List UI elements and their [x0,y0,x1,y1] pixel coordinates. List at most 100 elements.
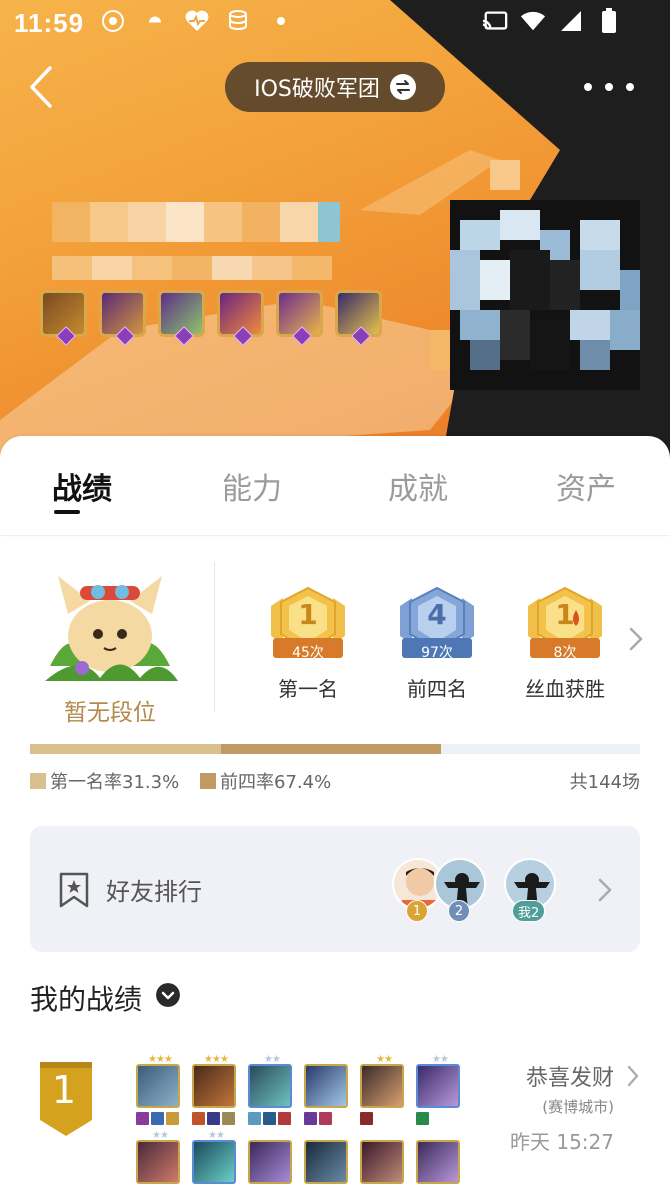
medal-label: 前四名 [407,677,467,701]
divider [214,562,215,712]
champion-portrait[interactable] [416,1140,460,1184]
status-time: 11:59 [14,8,85,38]
friend-rank-badge: 1 [406,900,428,922]
achievement-badge[interactable] [158,290,205,346]
first-rate-legend: 第一名率31.3% [30,768,179,794]
legend-swatch [200,773,216,789]
item-icon [416,1112,429,1125]
my-rank-badge: 我2 [512,900,546,922]
app-notification-icon [100,8,126,34]
medal-symbol: 4 [427,598,447,631]
medal-symbol: 1 [298,598,318,631]
medal-label: 丝血获胜 [525,677,605,701]
item-icon [151,1112,164,1125]
achievement-badge[interactable] [335,290,382,346]
rank-label: 暂无段位 [64,700,156,726]
top4-rate-legend: 前四率67.4% [200,768,331,794]
more-dot-icon [626,83,634,91]
placement-number: 1 [51,1068,77,1112]
active-tab-indicator [54,510,80,514]
champion-portrait[interactable]: ★★★ [192,1054,236,1108]
more-dot-icon [584,83,592,91]
map-name: (赛博城市) [542,1098,614,1116]
item-icon [278,1112,291,1125]
player-avatar[interactable] [430,160,660,420]
friends-ranking-label: 好友排行 [106,878,202,906]
medal-count: 45次 [292,645,324,661]
item-icon [248,1112,261,1125]
placement-rate-bar [30,744,640,754]
more-dot-icon [605,83,613,91]
signal-icon [558,8,584,34]
battery-icon [596,8,622,34]
account-switcher[interactable]: IOS破败军团 [225,62,445,112]
tab-achievement[interactable]: 成就 [388,464,448,508]
champion-portrait[interactable]: ★★★ [136,1054,180,1108]
top-four-medal[interactable]: 4 97次 [392,586,482,664]
achievement-badge[interactable] [276,290,323,346]
obscured-player-info [52,256,342,280]
first-rate-fill [30,744,221,754]
tab-assets[interactable]: 资产 [556,464,616,508]
cast-icon [482,8,508,34]
weather-icon [142,8,168,34]
first-rate-text: 第一名率31.3% [50,772,180,793]
back-button[interactable] [24,64,64,110]
tab-ability[interactable]: 能力 [222,464,282,508]
medals-more-chevron-icon[interactable] [626,624,646,654]
notification-dot-icon [268,8,294,34]
champion-portrait[interactable]: ★★ [192,1130,236,1184]
storage-icon [226,8,252,34]
item-icon [360,1112,373,1125]
page-title: IOS破败军团 [254,77,380,102]
low-hp-win-medal[interactable]: 1 8次 [520,586,610,664]
item-icon [166,1112,179,1125]
champion-portrait[interactable]: ★★ [248,1054,292,1108]
rank-mascot-icon [45,576,178,681]
champion-portrait[interactable]: ★★ [360,1054,404,1108]
health-icon [184,8,210,34]
achievement-badges [40,290,382,346]
obscured-player-name [52,202,352,242]
champion-portrait[interactable] [304,1140,348,1184]
comp-name[interactable]: 恭喜发财 [526,1060,614,1092]
medal-label: 第一名 [278,677,338,701]
swap-icon [389,74,416,100]
first-place-medal[interactable]: 1 45次 [263,586,353,664]
total-games: 共144场 [569,772,640,793]
medal-count: 8次 [553,645,577,661]
chevron-right-icon[interactable] [626,1064,640,1088]
item-icon [304,1112,317,1125]
champion-portrait[interactable] [360,1140,404,1184]
tab-record[interactable]: 战绩 [52,464,112,508]
status-bar: 11:59 [0,0,670,46]
top4-rate-fill [220,744,442,754]
bookmark-star-icon [59,872,89,908]
item-icon [136,1112,149,1125]
match-time: 昨天 15:27 [510,1130,614,1154]
top4-rate-text: 前四率67.4% [220,772,332,793]
more-options-button[interactable] [584,72,634,102]
champion-portrait[interactable]: ★★ [416,1054,460,1108]
item-icon [263,1112,276,1125]
champion-portrait[interactable] [248,1140,292,1184]
friends-ranking-card[interactable]: 好友排行 1 2 我2 [30,826,640,952]
friend-rank-badge: 2 [448,900,470,922]
achievement-badge[interactable] [40,290,87,346]
champion-portrait[interactable]: ★★ [136,1130,180,1184]
item-icon [222,1112,235,1125]
chevron-right-icon [598,878,612,902]
wifi-icon [520,8,546,34]
divider [0,535,670,536]
achievement-badge[interactable] [99,290,146,346]
legend-swatch [30,773,46,789]
medal-count: 97次 [421,645,453,661]
item-icon [192,1112,205,1125]
champion-portrait[interactable] [304,1064,348,1108]
medal-symbol: 1 [555,598,575,631]
item-icon [319,1112,332,1125]
achievement-badge[interactable] [217,290,264,346]
my-record-title[interactable]: 我的战绩 [30,978,142,1018]
chevron-down-icon[interactable] [156,983,180,1007]
item-icon [207,1112,220,1125]
